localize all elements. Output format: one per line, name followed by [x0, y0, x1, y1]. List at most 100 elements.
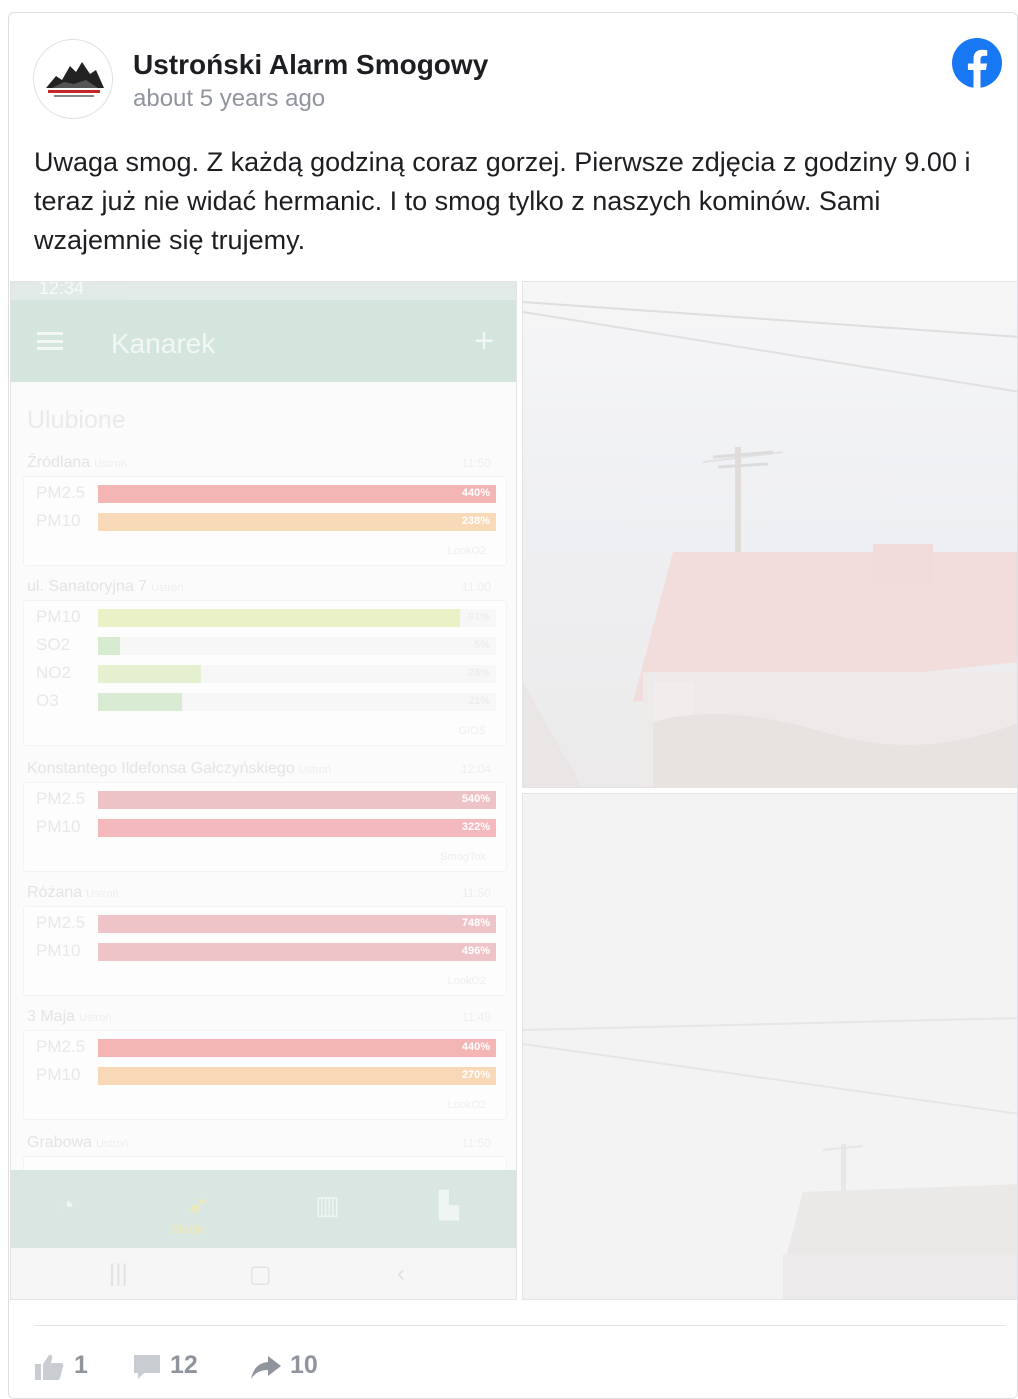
pollutant-label: PM10 [36, 607, 81, 626]
station-name-text: Różana [27, 884, 83, 901]
mountain-logo-icon [46, 62, 104, 97]
level-bar-fill [98, 485, 496, 503]
station-measurements: PM10 91% SO2 5% NO2 26% O3 21% GIOŚ [23, 600, 507, 746]
data-source: GIOŚ [458, 725, 486, 737]
post-actions: 1 12 10 [34, 1343, 434, 1393]
pollutant-label: PM10 [36, 511, 81, 530]
phone-app-title: Kanarek [111, 328, 216, 359]
facebook-icon[interactable] [951, 37, 1003, 89]
phone-status-time: 12:34 [39, 281, 85, 298]
station-time: 11:50 [461, 886, 491, 900]
pollutant-label: PM2.5 [36, 789, 86, 808]
station-time: 11:50 [461, 1136, 491, 1150]
pollutant-label: PM10 [36, 817, 81, 836]
measurement-row: PM10 91% [36, 607, 500, 627]
pollutant-label: SO2 [36, 635, 71, 654]
level-bar: 748% [98, 915, 496, 933]
level-bar: 322% [98, 819, 496, 837]
level-value: 21% [467, 695, 490, 707]
pollutant-label: NO2 [36, 663, 71, 682]
level-bar-fill [98, 637, 120, 655]
station-time: 11:00 [461, 580, 491, 594]
level-bar-fill [98, 693, 182, 711]
plus-icon: + [474, 322, 494, 360]
station-name: ul. Sanatoryjna 7 Ustroń [27, 578, 183, 596]
station-time: 11:49 [461, 1010, 491, 1024]
level-bar-fill [98, 609, 460, 627]
station-name-text: ul. Sanatoryjna 7 [27, 578, 148, 595]
level-value: 5% [474, 639, 490, 651]
station-name: Grabowa Ustroń [27, 1134, 128, 1152]
hamburger-menu-icon [37, 332, 63, 350]
station-name-text: Grabowa [27, 1134, 92, 1151]
measurement-row: PM10 496% [36, 941, 500, 961]
actions-divider [34, 1325, 1006, 1326]
level-value: 26% [467, 667, 490, 679]
level-bar: 440% [98, 1039, 496, 1057]
level-value: 440% [461, 487, 490, 499]
like-action[interactable]: 1 [34, 1343, 124, 1393]
pollutant-label: PM10 [36, 1065, 81, 1084]
station-name: Konstantego Ildefonsa Gałczyńskiego Ustro… [27, 760, 331, 778]
recent-apps-icon: ||| [109, 1260, 128, 1287]
level-bar: 5% [98, 637, 496, 655]
measurement-row: PM10 270% [36, 1065, 500, 1085]
page-avatar[interactable] [33, 39, 113, 119]
share-action[interactable]: 10 [250, 1343, 350, 1393]
phone-system-nav: ||| ▢ ‹ [11, 1248, 516, 1299]
pollutant-label: O3 [36, 691, 59, 710]
station-city: Ustroń [79, 1012, 112, 1024]
level-bar: 26% [98, 665, 496, 683]
like-count: 1 [74, 1351, 88, 1379]
measurement-row: NO2 26% [36, 663, 500, 683]
phone-nav-active-label: Stacje [171, 1222, 205, 1236]
page-name[interactable]: Ustroński Alarm Smogowy [133, 49, 488, 81]
measurement-row: PM2.5 748% [36, 913, 500, 933]
station-city: Ustroń [86, 888, 119, 900]
level-value: 440% [461, 1041, 490, 1053]
measurement-row: SO2 5% [36, 635, 500, 655]
level-bar-fill [98, 513, 496, 531]
station-time: 12:04 [460, 762, 491, 776]
level-bar: 91% [98, 609, 496, 627]
station-city: Ustroń [298, 764, 332, 776]
photo-phone-screenshot[interactable]: 12:34 Kanarek + Ulubione Źródlana Ustroń 1… [10, 281, 517, 1300]
data-source: LookO2 [447, 975, 486, 987]
phone-app-bar: Kanarek + [11, 300, 516, 382]
share-arrow-icon [251, 1356, 281, 1379]
comment-action[interactable]: 12 [132, 1343, 232, 1393]
level-bar: 238% [98, 513, 496, 531]
phone-bottom-nav: ◔ ➶ Stacje ▥ ▙ [11, 1170, 516, 1248]
station-name: 3 Maja Ustroń [27, 1008, 111, 1026]
post-timestamp[interactable]: about 5 years ago [133, 85, 325, 113]
level-bar-fill [98, 791, 496, 809]
map-icon: ▥ [315, 1190, 340, 1220]
data-source: SmogTok [440, 851, 486, 863]
level-bar-fill [98, 1067, 496, 1085]
station-name-text: Konstantego Ildefonsa Gałczyńskiego [27, 760, 295, 777]
station-city: Ustroń [151, 582, 184, 594]
post-card: Ustroński Alarm Smogowy about 5 years ag… [8, 12, 1018, 1399]
station-name: Różana Ustroń [27, 884, 119, 902]
thumbs-up-icon [35, 1354, 64, 1380]
pollutant-label: PM2.5 [36, 1037, 86, 1056]
data-source: LookO2 [447, 545, 486, 557]
measurement-row: PM2.5 440% [36, 483, 500, 503]
measurement-row: PM10 238% [36, 511, 500, 531]
station-time: 11:50 [461, 456, 491, 470]
level-bar-fill [98, 819, 496, 837]
photo-foggy-house-morning[interactable] [522, 281, 1017, 788]
post-header: Ustroński Alarm Smogowy about 5 years ag… [33, 37, 1003, 127]
level-bar: 21% [98, 693, 496, 711]
level-bar-fill [98, 943, 496, 961]
level-bar: 540% [98, 791, 496, 809]
bird-icon: ➶ [187, 1190, 209, 1220]
photo-grid: 12:34 Kanarek + Ulubione Źródlana Ustroń 1… [9, 281, 1017, 1301]
measurement-row: PM2.5 440% [36, 1037, 500, 1057]
measurement-row: PM10 322% [36, 817, 500, 837]
measurement-row: O3 21% [36, 691, 500, 711]
comment-count: 12 [170, 1351, 198, 1379]
dense-fog-image [523, 794, 1017, 1299]
photo-foggy-house-later[interactable] [522, 793, 1017, 1300]
level-value: 91% [467, 611, 490, 623]
